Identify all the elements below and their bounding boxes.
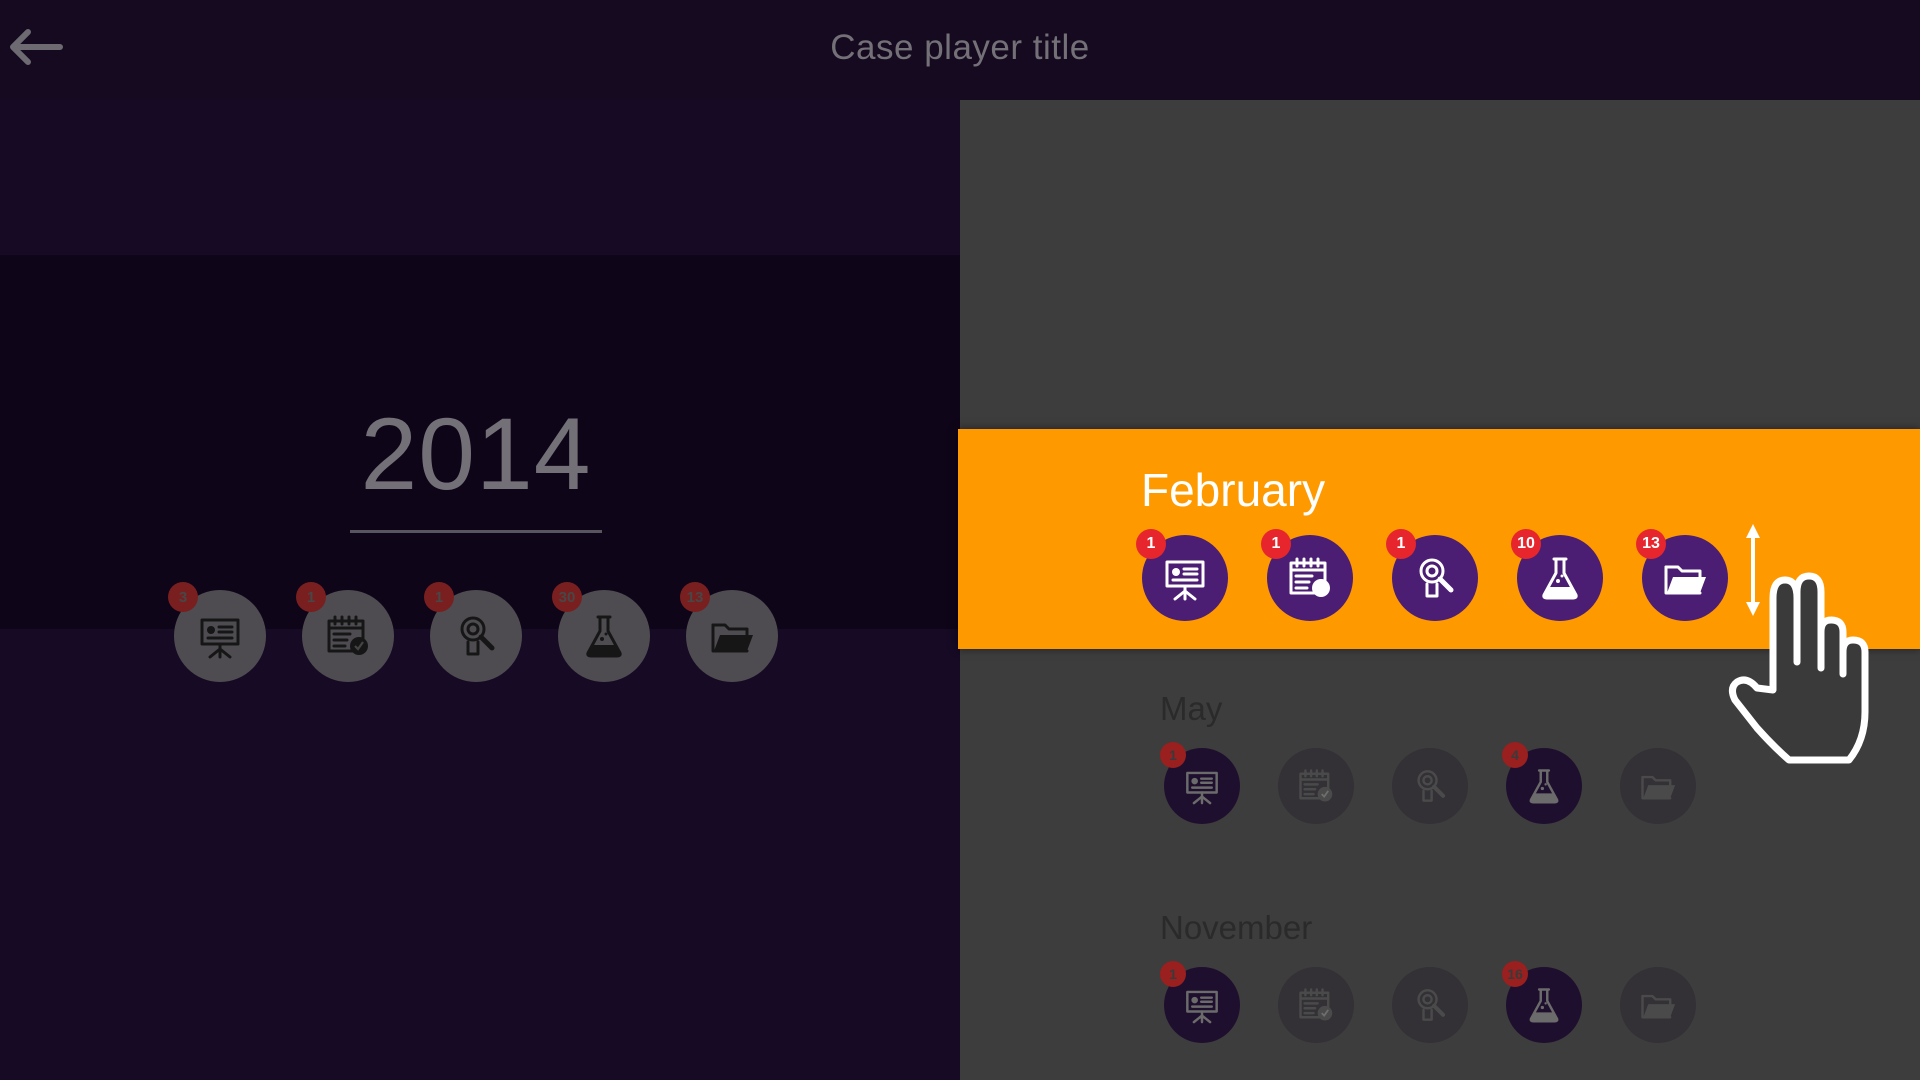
folder-item[interactable]: 13	[680, 582, 778, 682]
count-badge: 1	[1386, 529, 1416, 559]
year-icon-row: 3 1 1 30 13	[168, 582, 814, 682]
flask-icon	[1529, 988, 1559, 1023]
lab-item[interactable]: 4	[1502, 742, 1582, 824]
search-item[interactable]: 1	[1386, 529, 1478, 621]
calendar-item[interactable]: 1	[1261, 529, 1353, 621]
count-badge: 16	[1502, 961, 1528, 987]
count-badge: 3	[168, 582, 198, 612]
month-icon-row: 14	[1160, 742, 1734, 824]
month-label: February	[1141, 464, 1326, 516]
calendar-item[interactable]	[1278, 967, 1354, 1043]
swipe-hand-icon	[1728, 572, 1869, 764]
count-badge: 1	[296, 582, 326, 612]
month-label: May	[1160, 690, 1223, 727]
presentation-icon	[1165, 560, 1205, 601]
month-icon-row: 1 1 1 10 13	[1136, 529, 1767, 621]
count-badge: 1	[1261, 529, 1291, 559]
presentation-icon	[1186, 771, 1218, 805]
folder-item[interactable]: 13	[1636, 529, 1728, 621]
year-label: 2014	[360, 397, 592, 511]
month-label: November	[1160, 909, 1313, 946]
year-underline	[350, 530, 602, 533]
calendar-item[interactable]	[1278, 748, 1354, 824]
lab-item[interactable]: 10	[1511, 529, 1603, 621]
count-badge: 4	[1502, 742, 1528, 768]
calendar-icon	[1289, 557, 1330, 597]
lab-item[interactable]: 30	[552, 582, 650, 682]
flask-icon	[1542, 557, 1578, 600]
search-item[interactable]: 1	[424, 582, 522, 682]
presentation-icon	[200, 618, 240, 659]
count-badge: 30	[552, 582, 582, 612]
flask-icon	[586, 615, 622, 658]
count-badge: 10	[1511, 529, 1541, 559]
calendar-item[interactable]: 1	[296, 582, 394, 682]
month-icon-row: 1 16	[1160, 961, 1734, 1043]
count-badge: 1	[1136, 529, 1166, 559]
magnifier-icon	[1419, 558, 1454, 598]
folder-icon	[1664, 565, 1706, 595]
folder-item[interactable]	[1620, 748, 1696, 824]
lab-item[interactable]: 16	[1502, 961, 1582, 1043]
search-item[interactable]	[1392, 967, 1468, 1043]
count-badge: 13	[1636, 529, 1666, 559]
presentation-item[interactable]: 1	[1136, 529, 1228, 621]
presentation-item[interactable]: 1	[1160, 742, 1240, 824]
presentation-icon	[1186, 990, 1218, 1024]
search-item[interactable]	[1392, 748, 1468, 824]
folder-icon	[1641, 775, 1676, 800]
magnifier-icon	[460, 616, 495, 656]
count-badge: 1	[1160, 742, 1186, 768]
presentation-item[interactable]: 1	[1160, 961, 1240, 1043]
magnifier-icon	[1417, 770, 1446, 802]
calendar-icon	[327, 615, 368, 655]
count-badge: 1	[424, 582, 454, 612]
folder-item[interactable]	[1620, 967, 1696, 1043]
count-badge: 13	[680, 582, 710, 612]
calendar-icon	[1299, 988, 1333, 1021]
flask-icon	[1529, 769, 1559, 804]
folder-icon	[711, 623, 753, 653]
page-title: Case player title	[830, 28, 1090, 67]
top-bar: Case player title	[0, 0, 1920, 100]
calendar-icon	[1299, 769, 1333, 802]
count-badge: 1	[1160, 961, 1186, 987]
case-player-screen: Case player title 2014 3 1 1 30 13 May 14 No…	[0, 0, 1920, 1080]
folder-icon	[1641, 994, 1676, 1019]
presentation-item[interactable]: 3	[168, 582, 266, 682]
magnifier-icon	[1417, 989, 1446, 1021]
